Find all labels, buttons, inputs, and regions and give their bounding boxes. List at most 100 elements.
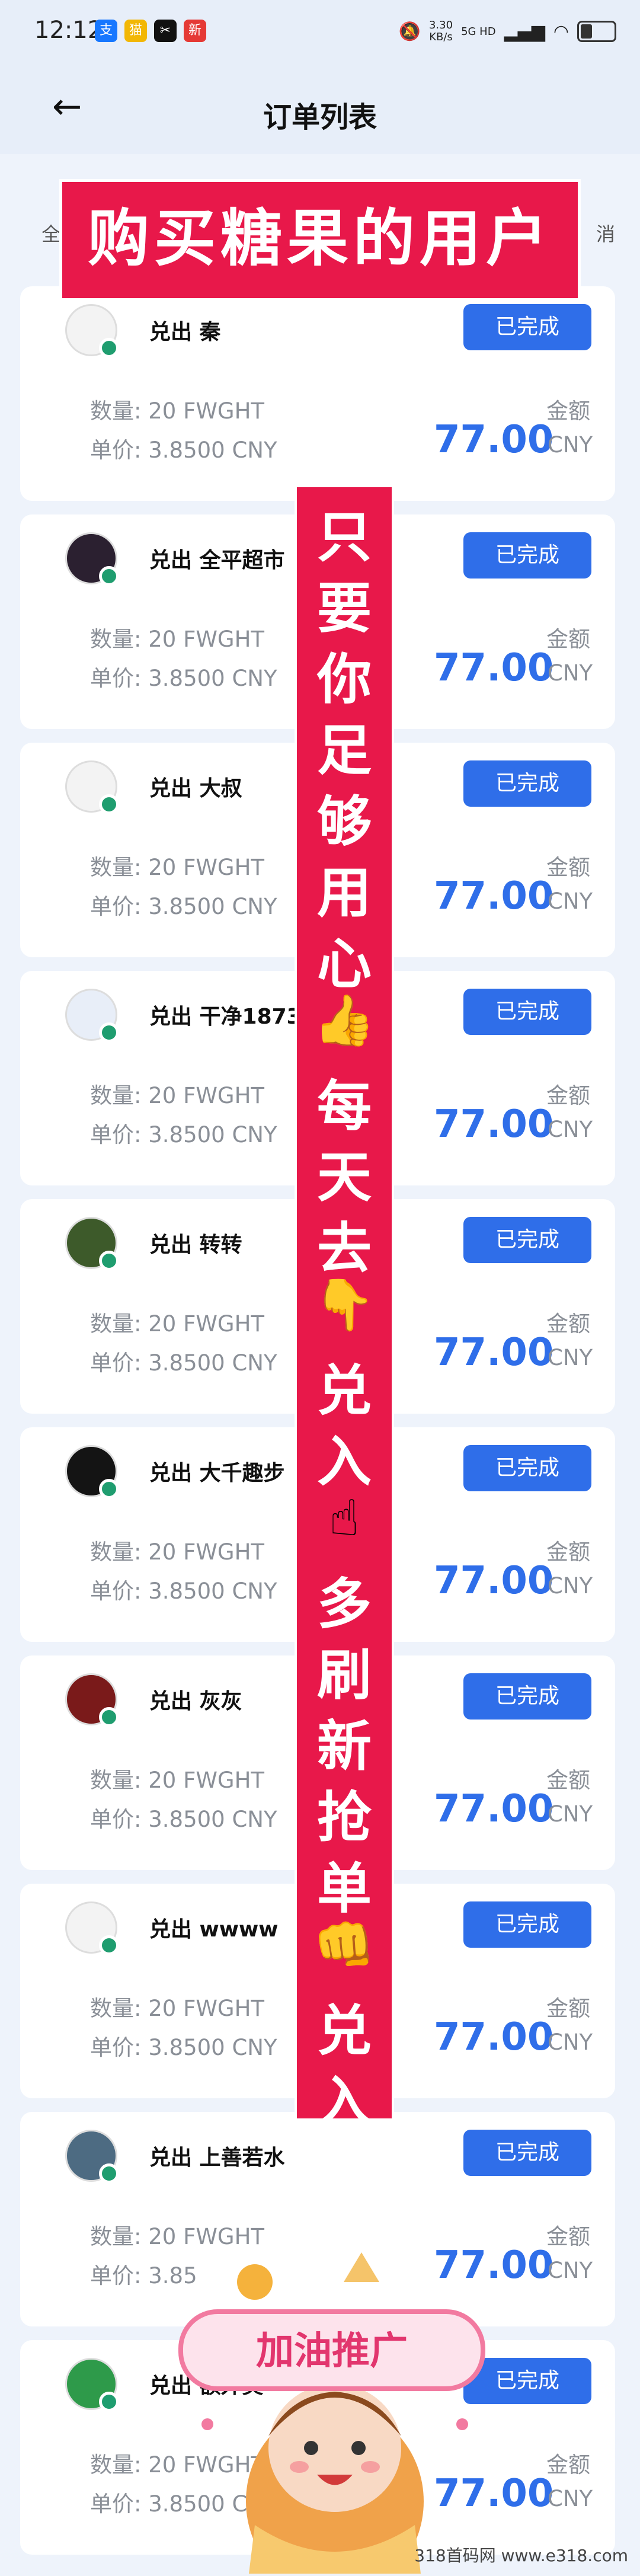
wifi-icon: ◠ [553,21,569,42]
user-avatar [65,989,119,1043]
banner-char: 用 [316,861,372,925]
order-quantity: 数量: 20 FWGHT [90,855,265,880]
order-amount: 77.00 [434,1102,554,1146]
online-status-dot [99,1251,119,1271]
banner-char: 每 [316,1075,372,1138]
online-status-dot [99,566,119,586]
net-speed-unit: KB/s [429,31,453,43]
order-currency: CNY [548,1801,593,1827]
order-user-name: 兑出 大叔 [149,776,242,801]
order-status-button[interactable]: 已完成 [463,2130,591,2176]
order-user-name: 兑出 秦 [149,320,221,344]
online-status-dot [99,2392,119,2412]
header-bar: ← 订单列表 [0,65,640,154]
order-quantity: 数量: 20 FWGHT [90,1768,265,1793]
order-user-name: 兑出 全平超市 [149,548,285,573]
user-avatar [65,1445,119,1499]
user-avatar [65,304,119,358]
tab-cancelled[interactable]: 消 [596,219,615,247]
banner-char: 多 [316,1573,372,1636]
order-currency: CNY [548,2258,593,2283]
order-quantity: 数量: 20 FWGHT [90,1083,265,1108]
user-avatar [65,1217,119,1271]
order-quantity: 数量: 20 FWGHT [90,1311,265,1337]
banner-char: 心 [316,932,372,996]
app-icon-2: 猫 [124,20,147,42]
order-status-button[interactable]: 已完成 [463,1445,591,1491]
banner-char: 只 [316,506,372,569]
app-icon-4: 新 [184,20,206,42]
user-avatar [65,1673,119,1727]
order-currency: CNY [548,1573,593,1599]
alipay-icon: 支 [95,20,117,42]
mute-icon: 🔕 [398,21,421,42]
online-status-dot [99,794,119,814]
order-unit-price: 单价: 3.8500 CNY [90,1807,277,1832]
online-status-dot [99,1479,119,1499]
order-amount: 77.00 [434,874,554,918]
banner-char: 单 [316,1857,372,1920]
user-avatar [65,2358,119,2412]
order-unit-price: 单价: 3.8500 CNY [90,1122,277,1148]
online-status-dot [99,2163,119,2184]
signal-label: 5G HD [461,25,496,38]
status-bar: 12:12 支猫 ✂ 新 🔕 3.30 KB/s 5G HD ▂▄▆ ◠ [0,0,640,65]
banner-char: 你 [316,648,372,711]
hand-emoji-icon: 👊 [313,1916,376,1974]
order-quantity: 数量: 20 FWGHT [90,2224,265,2249]
order-unit-price: 单价: 3.8500 CNY [90,894,277,919]
order-quantity: 数量: 20 FWGHT [90,627,265,652]
capcut-icon: ✂ [154,20,177,42]
order-currency: CNY [548,432,593,458]
page-title: 订单列表 [263,101,377,134]
banner-char: 兑 [316,1999,372,2063]
order-status-button[interactable]: 已完成 [463,989,591,1035]
user-avatar [65,2130,119,2184]
order-user-name: 兑出 上善若水 [149,2146,285,2170]
banner-char: 新 [316,1715,372,1778]
order-amount: 77.00 [434,1559,554,1603]
order-status-button[interactable]: 已完成 [463,532,591,579]
banner-char: 足 [316,719,372,782]
status-system-icons: 🔕 3.30 KB/s 5G HD ▂▄▆ ◠ [399,17,616,46]
user-avatar [65,532,119,586]
order-card[interactable]: 兑出 秦已完成 数量: 20 FWGHT 单价: 3.8500 CNY 金额 77.00… [20,286,615,501]
banner-char: 去 [316,1217,372,1280]
hand-emoji-icon: 👍 [313,991,376,1049]
order-status-button[interactable]: 已完成 [463,304,591,350]
order-amount: 77.00 [434,1787,554,1831]
order-status-button[interactable]: 已完成 [463,760,591,807]
banner-char: 要 [316,577,372,640]
order-unit-price: 单价: 3.8500 CNY [90,1578,277,1604]
user-avatar [65,760,119,814]
online-status-dot [99,1707,119,1727]
order-currency: CNY [548,1345,593,1370]
order-currency: CNY [548,889,593,914]
order-currency: CNY [548,2030,593,2055]
hand-emoji-icon: ☝ [329,1489,360,1547]
net-speed-value: 3.30 [428,19,453,31]
order-currency: CNY [548,660,593,686]
order-status-button[interactable]: 已完成 [463,1673,591,1720]
order-status-button[interactable]: 已完成 [463,1901,591,1948]
order-currency: CNY [548,1117,593,1142]
order-status-button[interactable]: 已完成 [463,1217,591,1263]
order-unit-price: 单价: 3.8500 CNY [90,666,277,691]
order-quantity: 数量: 20 FWGHT [90,1996,265,2021]
order-amount: 77.00 [434,1331,554,1375]
banner-char: 刷 [316,1644,372,1707]
battery-icon [577,21,616,42]
signal-icon: ▂▄▆ [504,21,545,42]
banner-char: 天 [316,1146,372,1209]
order-user-name: 兑出 大千趣步 [149,1461,285,1485]
tab-all[interactable]: 全 [41,219,60,247]
order-amount: 77.00 [434,646,554,690]
net-speed: 3.30 KB/s [429,20,453,43]
promo-title-text: 购买糖果的用户 [87,202,552,274]
user-avatar [65,1901,119,1955]
sticker-text: 加油推广 [256,2329,408,2373]
order-user-name: 兑出 wwww [149,1917,279,1942]
order-quantity: 数量: 20 FWGHT [90,398,265,424]
order-user-name: 兑出 灰灰 [149,1689,242,1714]
hand-emoji-icon: 👇 [313,1276,376,1334]
